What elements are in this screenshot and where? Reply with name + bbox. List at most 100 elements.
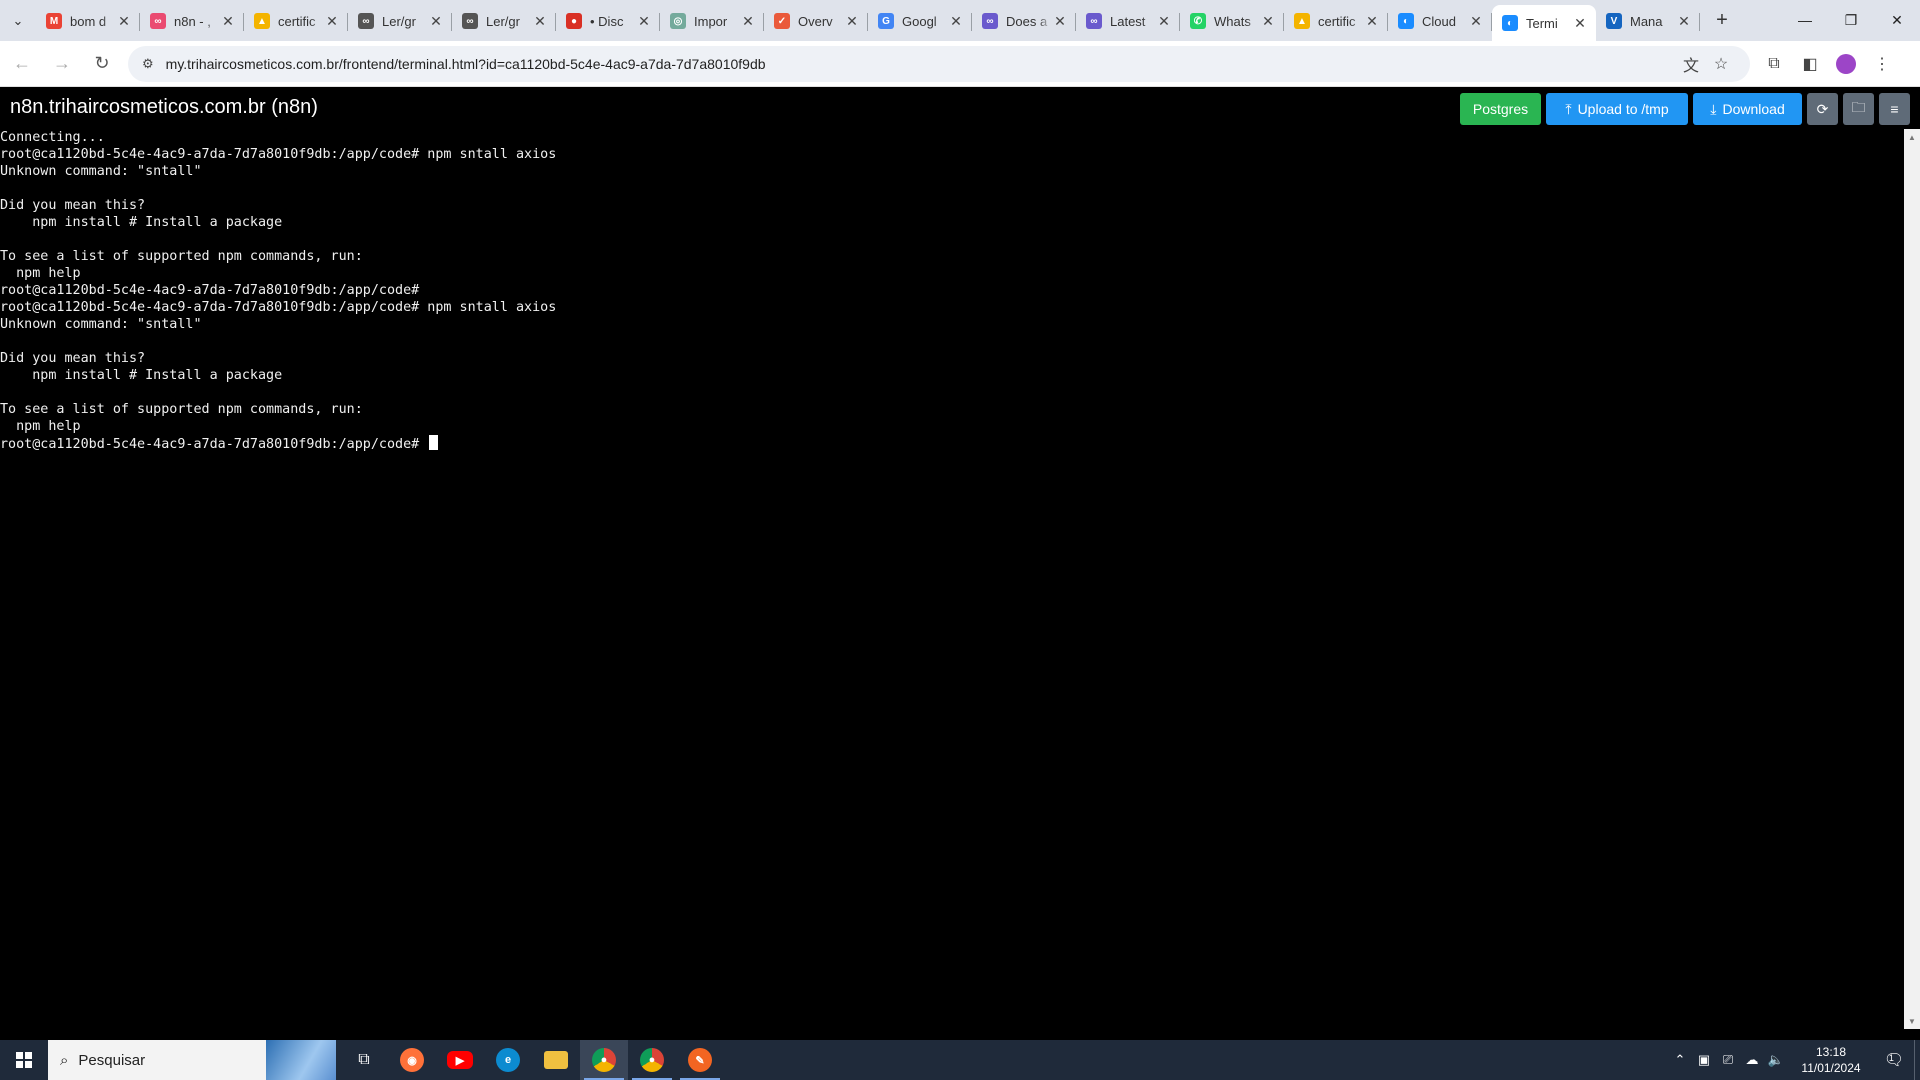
download-button[interactable]: ⤓ Download [1693,93,1802,125]
close-tab-icon[interactable]: ✕ [636,13,652,30]
file-explorer-icon[interactable] [532,1040,580,1080]
close-tab-icon[interactable]: ✕ [428,13,444,30]
terminal-prompt-line[interactable]: root@ca1120bd-5c4e-4ac9-a7da-7d7a8010f9d… [0,435,1902,452]
refresh-icon[interactable]: ⟳ [1807,93,1838,125]
notification-center-icon[interactable]: 🗨 1 [1874,1040,1914,1080]
pen-app-icon[interactable]: ✎ [676,1040,724,1080]
bookmark-star-icon[interactable]: ☆ [1706,54,1736,74]
translate-icon[interactable]: 文 [1676,52,1706,76]
scroll-up-icon[interactable]: ▲ [1904,129,1920,145]
upload-button[interactable]: ⤒ Upload to /tmp [1546,93,1688,125]
close-tab-icon[interactable]: ✕ [1364,13,1380,30]
terminal-scrollbar[interactable]: ▲ ▼ [1904,129,1920,1029]
clock[interactable]: 13:18 11/01/2024 [1798,1044,1864,1076]
terminal-output[interactable]: Connecting... root@ca1120bd-5c4e-4ac9-a7d… [0,129,1902,1029]
browser-tab[interactable]: ▲ certific ✕ [1284,4,1388,38]
forward-icon[interactable]: → [44,46,80,82]
postgres-button[interactable]: Postgres [1460,93,1541,125]
menu-lines-icon[interactable]: ≡ [1879,93,1910,125]
browser-tab[interactable]: G Googl ✕ [868,4,972,38]
tab-title: Latest [1110,13,1146,29]
n8n-icon: ∞ [150,13,166,29]
n8n-icon: ∞ [358,13,374,29]
browser-tab[interactable]: Mbom d ✕ [36,4,140,38]
device-icon[interactable]: ▣ [1692,1052,1716,1068]
header-actions: Postgres ⤒ Upload to /tmp ⤓ Download ⟳ 🗀… [1460,93,1910,125]
browser-tab[interactable]: ∞ Does a ✕ [972,4,1076,38]
browser-tab[interactable]: ∞ Ler/gr ✕ [348,4,452,38]
onedrive-icon[interactable]: ☁ [1740,1052,1764,1068]
search-icon: ⌕ [60,1051,69,1069]
youtube-icon[interactable]: ▶ [436,1040,484,1080]
download-label: Download [1722,101,1785,117]
tab-title: Cloud [1422,13,1456,29]
show-hidden-icons-icon[interactable]: ⌃ [1668,1052,1692,1068]
close-tab-icon[interactable]: ✕ [1260,13,1276,30]
close-tab-icon[interactable]: ✕ [1676,13,1692,30]
folder-icon[interactable]: 🗀 [1843,93,1874,125]
close-tab-icon[interactable]: ✕ [1052,13,1068,30]
network-icon[interactable]: ⎚ [1716,1052,1740,1068]
whatsapp-icon: ✆ [1190,13,1206,29]
close-tab-icon[interactable]: ✕ [740,13,756,30]
browser-tab[interactable]: ◎ Impor ✕ [660,4,764,38]
close-tab-icon[interactable]: ✕ [220,13,236,30]
close-tab-icon[interactable]: ✕ [1468,13,1484,30]
back-icon[interactable]: ← [4,46,40,82]
edge-icon[interactable]: e [484,1040,532,1080]
close-tab-icon[interactable]: ✕ [948,13,964,30]
search-highlight-image [266,1040,336,1080]
chrome-profile-icon[interactable]: ● [628,1040,676,1080]
terminal-line: npm install # Install a package [0,368,283,383]
address-bar[interactable]: ⚙ my.trihaircosmeticos.com.br/frontend/t… [128,45,1750,82]
browser-tab[interactable]: ◐ Termi ✕ [1492,5,1596,41]
profile-avatar[interactable] [1836,53,1856,74]
firefox-icon[interactable]: ◉ [388,1040,436,1080]
n8n-icon: ∞ [462,13,478,29]
url-text[interactable]: my.trihaircosmeticos.com.br/frontend/ter… [166,56,1676,72]
tab-title: Whats [1214,13,1251,29]
terminal-line: Did you mean this? [0,351,146,366]
site-info-icon[interactable]: ⚙ [142,56,154,72]
close-tab-icon[interactable]: ✕ [116,13,132,30]
tab-title: Ler/gr [382,13,416,29]
browser-tab[interactable]: ◐ Cloud ✕ [1388,4,1492,38]
close-tab-icon[interactable]: ✕ [324,13,340,30]
clock-time: 13:18 [1815,1045,1847,1059]
terminal-line: root@ca1120bd-5c4e-4ac9-a7da-7d7a8010f9d… [0,147,557,162]
tab-title: certific [278,13,316,29]
browser-tab[interactable]: ∞ Ler/gr ✕ [452,4,556,38]
menu-icon[interactable]: ⋮ [1864,46,1900,82]
close-window-icon[interactable]: ✕ [1874,0,1920,40]
browser-tab[interactable]: ✓ Overv ✕ [764,4,868,38]
tab-list: Mbom d ✕ ∞ n8n - , ✕ ▲ certific ✕ ∞ Ler/gr ✕ ∞ Ler/g… [36,0,1700,41]
close-tab-icon[interactable]: ✕ [532,13,548,30]
browser-tab[interactable]: V Mana ✕ [1596,4,1700,38]
tab-search-button[interactable]: ⌄ [0,1,36,41]
minimize-icon[interactable]: — [1782,0,1828,40]
show-desktop-button[interactable] [1914,1040,1920,1080]
browser-tab[interactable]: ∞ Latest ✕ [1076,4,1180,38]
side-panel-icon[interactable]: ◧ [1792,46,1828,82]
browser-tab[interactable]: ▲ certific ✕ [244,4,348,38]
start-button[interactable] [0,1040,48,1080]
n8n-community-icon: ∞ [1086,13,1102,29]
taskbar-search[interactable]: ⌕ Pesquisar [48,1040,336,1080]
browser-tab[interactable]: ● • Disc ✕ [556,4,660,38]
google-translate-icon: G [878,13,894,29]
browser-tab[interactable]: ✆ Whats ✕ [1180,4,1284,38]
reload-icon[interactable]: ↻ [84,46,120,82]
windows-logo-icon [16,1052,32,1068]
close-tab-icon[interactable]: ✕ [1572,15,1588,32]
volume-icon[interactable]: 🔈 [1764,1052,1788,1068]
chrome-icon[interactable]: ● [580,1040,628,1080]
close-tab-icon[interactable]: ✕ [844,13,860,30]
task-view-icon[interactable]: ⧉ [340,1040,388,1080]
new-tab-button[interactable]: + [1706,5,1738,37]
close-tab-icon[interactable]: ✕ [1156,13,1172,30]
manager-icon: V [1606,13,1622,29]
scroll-down-icon[interactable]: ▼ [1904,1013,1920,1029]
restore-icon[interactable]: ❐ [1828,0,1874,40]
extensions-icon[interactable]: ⧉ [1756,46,1792,82]
browser-tab[interactable]: ∞ n8n - , ✕ [140,4,244,38]
